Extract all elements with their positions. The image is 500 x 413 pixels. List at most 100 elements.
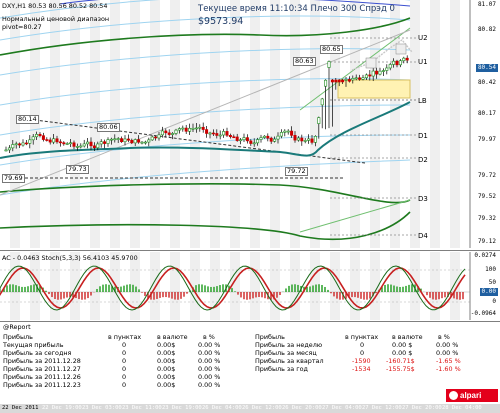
candle-bear [211, 132, 215, 135]
report-cell: 0.00$ [157, 349, 176, 357]
report-cell: 0.00 % [198, 373, 221, 381]
candle-bull [402, 57, 406, 62]
report-cell: 0 [122, 381, 127, 389]
time-axis-label: 22 Dec 19:00 [42, 405, 82, 411]
candle-bear [24, 142, 28, 145]
candle-bull [21, 142, 25, 146]
level-label-u2: U2 [418, 34, 428, 42]
report-panel: @Report Прибыль в пунктах в валюте в % П… [0, 322, 500, 404]
level-label-d4: D4 [418, 232, 428, 240]
candle-bull [252, 142, 256, 145]
candle-bull [147, 139, 151, 143]
report-cell-negative: -1.65 % [436, 357, 461, 365]
candle-bull [188, 127, 192, 132]
candle-bear [337, 79, 341, 83]
candle-bull [388, 64, 392, 69]
report-cell: Прибыль за год [255, 365, 308, 373]
report-row: Прибыль за 2011.12.28 0 0.00$ 0.00 % При… [0, 357, 500, 365]
candle-bear [62, 142, 66, 145]
osc-axis-label: 50 [488, 279, 496, 286]
candle-bear [395, 60, 399, 66]
report-header: в пунктах [108, 333, 142, 341]
report-cell: Прибыль за 2011.12.23 [3, 381, 81, 389]
report-cell: 0 [122, 341, 127, 349]
candle-bear [290, 130, 294, 136]
price-axis-label: 80.82 [477, 26, 496, 33]
report-header: в пунктах [345, 333, 379, 341]
osc-axis-label: -0.0964 [470, 310, 496, 317]
candle-bull [286, 130, 290, 133]
candle-bear [164, 130, 168, 134]
level-label-d2: D2 [418, 156, 428, 164]
report-cell: 0 [122, 349, 127, 357]
alpari-logo-text: alpari [460, 391, 482, 400]
session-stripe [210, 252, 220, 320]
session-stripe [450, 0, 460, 248]
candle-bear [225, 131, 229, 136]
report-cell-negative: -1.60 % [436, 365, 461, 373]
price-chart[interactable]: DXY,H1 80.53 80.56 80.52 80.54 Нормальны… [0, 0, 500, 248]
candle-bull [157, 134, 161, 139]
report-cell: Прибыль за 2011.12.28 [3, 357, 81, 365]
report-cell: 0 [122, 373, 127, 381]
candle-bull [378, 70, 382, 75]
time-axis-label: 23 Dec 19:00 [162, 405, 202, 411]
candle-bull [99, 141, 103, 145]
report-header: Прибыль [3, 333, 33, 341]
oscillator-canvas[interactable] [0, 252, 500, 320]
report-cell: 0.00 % [198, 341, 221, 349]
candle-bear [154, 136, 158, 139]
report-cell-negative: -1590 [352, 357, 371, 365]
level-label-d3: D3 [418, 195, 428, 203]
candle-bull [313, 136, 317, 143]
candle-bear [120, 138, 124, 143]
chart-price-tag: 79.69 [2, 174, 25, 183]
price-axis-label: 79.32 [477, 215, 496, 222]
report-cell: Прибыль за сегодня [3, 349, 72, 357]
price-axis-label: 79.97 [477, 136, 496, 143]
candle-bull [361, 77, 365, 80]
session-stripe [190, 0, 200, 248]
candle-bull [4, 149, 8, 152]
candle-bear [92, 145, 96, 149]
report-header: в % [203, 333, 215, 341]
candle-bear [58, 141, 62, 144]
osc-axis-label: 100 [485, 266, 496, 273]
session-stripe [430, 0, 440, 248]
candle-bull [160, 130, 164, 136]
candle-bear [375, 70, 379, 75]
report-row: Прибыль за сегодня 0 0.00$ 0.00 % Прибыл… [0, 349, 500, 357]
oscillator-header: AC - 0.0463 Stoch(5,3,3) 56.4103 45.9700 [2, 254, 138, 262]
candle-bull [79, 145, 83, 148]
candle-bear [405, 57, 409, 61]
candle-bull [344, 79, 348, 81]
candle-bear [341, 79, 345, 83]
report-cell: 0.00 % [198, 349, 221, 357]
candle-bear [72, 142, 76, 147]
candle-bull [194, 127, 198, 130]
session-stripe [270, 0, 280, 248]
report-cell: 0.00 % [436, 341, 459, 349]
alpari-logo: alpari [446, 389, 498, 402]
chart-price-tag: 80.06 [97, 123, 120, 132]
chart-header: DXY,H1 80.53 80.56 80.52 80.54 Нормальны… [2, 2, 109, 31]
candle-bull [177, 128, 181, 131]
candle-bull [69, 142, 73, 145]
candle-bull [239, 139, 243, 142]
candle-bull [113, 138, 117, 141]
candle-bull [354, 77, 358, 80]
session-stripe [170, 0, 180, 248]
candle-bear [310, 138, 314, 143]
session-stripe [350, 0, 360, 248]
candle-bear [334, 79, 338, 83]
candle-bull [75, 146, 79, 148]
time-axis-label: 26 Dec 12:00 [242, 405, 282, 411]
report-cell: 0.00 $ [392, 349, 413, 357]
report-title: @Report [3, 323, 31, 331]
pane-separator[interactable] [0, 250, 500, 251]
report-cell: 0 [360, 349, 365, 357]
oscillator-pane[interactable]: AC - 0.0463 Stoch(5,3,3) 56.4103 45.9700… [0, 252, 500, 320]
candle-bull [279, 132, 283, 137]
report-cell: Прибыль за 2011.12.27 [3, 365, 81, 373]
projection-box [395, 43, 407, 55]
